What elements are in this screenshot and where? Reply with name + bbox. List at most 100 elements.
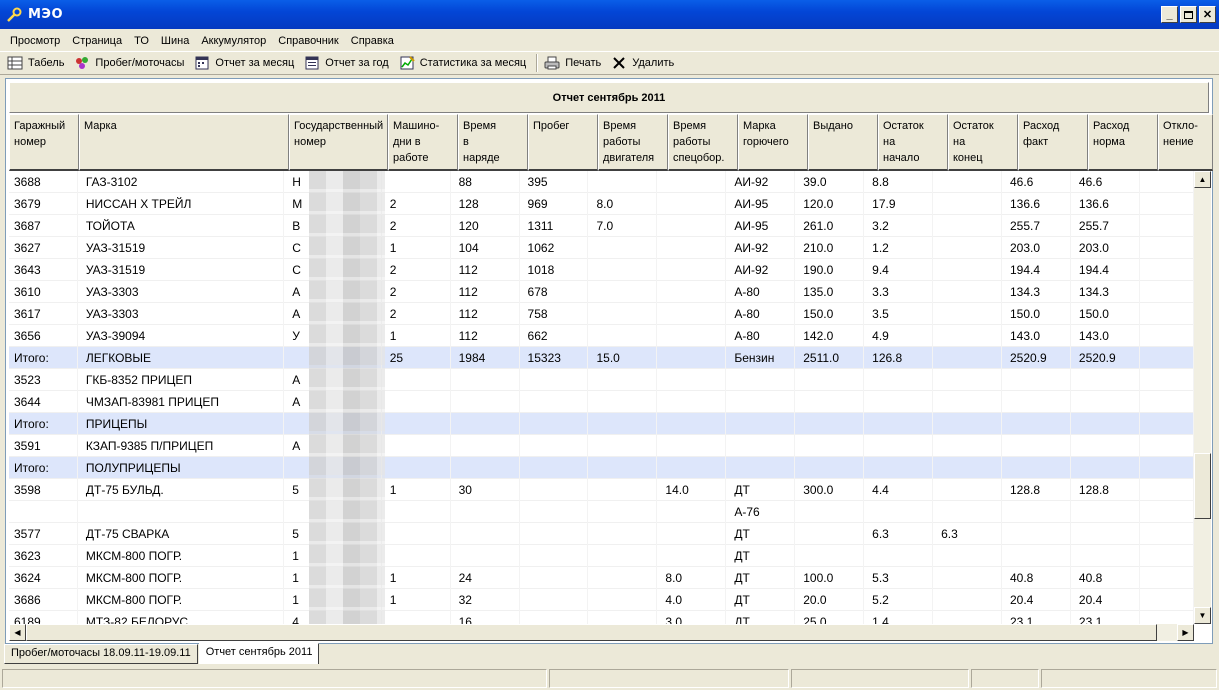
- cell-machine-days: [382, 545, 451, 567]
- scroll-up-button[interactable]: ▲: [1194, 171, 1211, 188]
- cell-time-on-order: [451, 391, 520, 413]
- column-header-time-on-order[interactable]: Время в наряде: [458, 114, 528, 171]
- cell-consumption-norm: 150.0: [1071, 303, 1140, 325]
- vertical-scrollbar[interactable]: ▲ ▼: [1194, 171, 1211, 624]
- table-row[interactable]: 3688 ГАЗ-3102 Н 88 395 АИ-92 39.0 8.8 46.6 46.6: [9, 171, 1194, 193]
- tab-report-september[interactable]: Отчет сентябрь 2011: [198, 643, 320, 664]
- cell-machine-days: 2: [382, 303, 451, 325]
- column-header-machine-days[interactable]: Машино- дни в работе: [388, 114, 458, 171]
- minimize-button[interactable]: _: [1161, 6, 1178, 23]
- table-row[interactable]: 3598 ДТ-75 БУЛЬД. 5 1 30 14.0 ДТ 300.0 4.4 128.8 1…: [9, 479, 1194, 501]
- cell-consumption-actual: 255.7: [1002, 215, 1071, 237]
- wrench-icon: [7, 7, 22, 22]
- table-row[interactable]: 3523 ГКБ-8352 ПРИЦЕП А: [9, 369, 1194, 391]
- print-button[interactable]: Печать: [541, 52, 608, 74]
- cell-issued: 20.0: [795, 589, 865, 611]
- table-row[interactable]: 3643 УАЗ-31519 С 2 112 1018 АИ-92 190.0 9.4 194.4…: [9, 259, 1194, 281]
- table-row[interactable]: 3656 УАЗ-39094 У 1 112 662 А-80 142.0 4.9 143.0 14…: [9, 325, 1194, 347]
- column-header-consumption-norm[interactable]: Расход норма: [1088, 114, 1158, 171]
- cell-balance-start: [864, 413, 934, 435]
- column-header-mileage[interactable]: Пробег: [528, 114, 598, 171]
- timesheet-button[interactable]: Табель: [4, 52, 71, 74]
- statistics-button[interactable]: Статистика за месяц: [396, 52, 533, 74]
- cell-balance-end: [933, 303, 1002, 325]
- column-header-issued[interactable]: Выдано: [808, 114, 878, 171]
- total-row[interactable]: Итого: ЛЕГКОВЫЕ 25 1984 15323 15.0 Бензин 2511.…: [9, 347, 1194, 369]
- table-row[interactable]: 3591 КЗАП-9385 П/ПРИЦЕП А: [9, 435, 1194, 457]
- cell-garage-number: 3598: [9, 479, 78, 501]
- scroll-right-button[interactable]: ▶: [1177, 624, 1194, 641]
- maximize-button[interactable]: [1180, 6, 1197, 23]
- mileage-button[interactable]: Пробег/моточасы: [71, 52, 191, 74]
- menu-reference[interactable]: Справочник: [272, 35, 345, 47]
- cell-balance-start: [864, 545, 934, 567]
- menu-view[interactable]: Просмотр: [4, 35, 66, 47]
- column-header-special-equip-time[interactable]: Время работы спецобор.: [668, 114, 738, 171]
- menu-maintenance[interactable]: ТО: [128, 35, 155, 47]
- column-header-consumption-actual[interactable]: Расход факт: [1018, 114, 1088, 171]
- table-row[interactable]: 3686 МКСМ-800 ПОГР. 1 1 32 4.0 ДТ 20.0 5.2 20.4 20…: [9, 589, 1194, 611]
- column-header-plate-number[interactable]: Государственный номер: [289, 114, 388, 171]
- cell-consumption-norm: 2520.9: [1071, 347, 1140, 369]
- table-row[interactable]: 3679 НИССАН Х ТРЕЙЛ М 2 128 969 8.0 АИ-95 120.0 1…: [9, 193, 1194, 215]
- table-row[interactable]: 3617 УАЗ-3303 А 2 112 758 А-80 150.0 3.5 150.0 150…: [9, 303, 1194, 325]
- cell-issued: 210.0: [795, 237, 865, 259]
- cell-consumption-norm: 134.3: [1071, 281, 1140, 303]
- cell-machine-days: 25: [382, 347, 451, 369]
- sheet-tabs: Пробег/моточасы 18.09.11-19.09.11 Отчет …: [4, 643, 320, 664]
- cell-consumption-actual: [1002, 457, 1071, 479]
- column-header-garage-number[interactable]: Гаражный номер: [9, 114, 79, 171]
- cell-special-equip-time: [657, 523, 727, 545]
- scroll-left-button[interactable]: ◀: [9, 624, 26, 641]
- cell-time-on-order: 120: [451, 215, 520, 237]
- table-row[interactable]: 3577 ДТ-75 СВАРКА 5 ДТ 6.3 6.3: [9, 523, 1194, 545]
- table-row[interactable]: А-76: [9, 501, 1194, 523]
- horizontal-scroll-thumb[interactable]: [26, 624, 1157, 641]
- vertical-scroll-thumb[interactable]: [1194, 453, 1211, 519]
- menu-tire[interactable]: Шина: [155, 35, 195, 47]
- report-grid: 3688 ГАЗ-3102 Н 88 395 АИ-92 39.0 8.8 46.6 46.6 36…: [9, 171, 1194, 624]
- report-month-button[interactable]: Отчет за месяц: [191, 52, 301, 74]
- cell-deviation: [1140, 281, 1194, 303]
- cell-balance-start: 6.3: [864, 523, 934, 545]
- delete-button[interactable]: Удалить: [608, 52, 681, 74]
- scroll-down-button[interactable]: ▼: [1194, 607, 1211, 624]
- cell-fuel-brand: АИ-95: [726, 193, 796, 215]
- cell-balance-end: [933, 457, 1002, 479]
- table-row[interactable]: 3687 ТОЙОТА В 2 120 1311 7.0 АИ-95 261.0 3.2 255.7…: [9, 215, 1194, 237]
- close-icon: ✕: [1202, 9, 1213, 21]
- cell-mileage: 395: [520, 171, 589, 193]
- table-row[interactable]: 3644 ЧМЗАП-83981 ПРИЦЕП А: [9, 391, 1194, 413]
- column-header-balance-end[interactable]: Остаток на конец: [948, 114, 1018, 171]
- cell-consumption-norm: [1071, 523, 1140, 545]
- table-row[interactable]: 6189 МТЗ-82 БЕЛОРУС 4 16 3.0 ДТ 25.0 1.4 23.1 23.…: [9, 611, 1194, 624]
- tab-mileage[interactable]: Пробег/моточасы 18.09.11-19.09.11: [4, 644, 198, 664]
- cell-brand: УАЗ-31519: [78, 237, 285, 259]
- arrow-left-icon: ◀: [14, 628, 21, 637]
- close-button[interactable]: ✕: [1199, 6, 1216, 23]
- menu-battery[interactable]: Аккумулятор: [195, 35, 272, 47]
- cell-fuel-brand: ДТ: [726, 589, 796, 611]
- cell-issued: 120.0: [795, 193, 865, 215]
- total-row[interactable]: Итого: ПОЛУПРИЦЕПЫ: [9, 457, 1194, 479]
- cell-mileage: [520, 589, 589, 611]
- menu-page[interactable]: Страница: [66, 35, 128, 47]
- column-header-deviation[interactable]: Откло- нение: [1158, 114, 1213, 171]
- table-row[interactable]: 3624 МКСМ-800 ПОГР. 1 1 24 8.0 ДТ 100.0 5.3 40.8 4…: [9, 567, 1194, 589]
- horizontal-scrollbar[interactable]: ◀ ▶: [9, 624, 1194, 641]
- cell-garage-number: 3644: [9, 391, 78, 413]
- column-header-brand[interactable]: Марка: [79, 114, 289, 171]
- total-row[interactable]: Итого: ПРИЦЕПЫ: [9, 413, 1194, 435]
- column-header-balance-start[interactable]: Остаток на начало: [878, 114, 948, 171]
- menu-help[interactable]: Справка: [345, 35, 400, 47]
- report-year-button[interactable]: Отчет за год: [301, 52, 395, 74]
- cell-machine-days: [382, 501, 451, 523]
- column-header-fuel-brand[interactable]: Марка горючего: [738, 114, 808, 171]
- cell-consumption-norm: 194.4: [1071, 259, 1140, 281]
- table-row[interactable]: 3623 МКСМ-800 ПОГР. 1 ДТ: [9, 545, 1194, 567]
- cell-brand: ЛЕГКОВЫЕ: [78, 347, 285, 369]
- column-header-engine-time[interactable]: Время работы двигателя: [598, 114, 668, 171]
- table-row[interactable]: 3627 УАЗ-31519 С 1 104 1062 АИ-92 210.0 1.2 203.0…: [9, 237, 1194, 259]
- cell-special-equip-time: 4.0: [657, 589, 727, 611]
- table-row[interactable]: 3610 УАЗ-3303 А 2 112 678 А-80 135.0 3.3 134.3 134…: [9, 281, 1194, 303]
